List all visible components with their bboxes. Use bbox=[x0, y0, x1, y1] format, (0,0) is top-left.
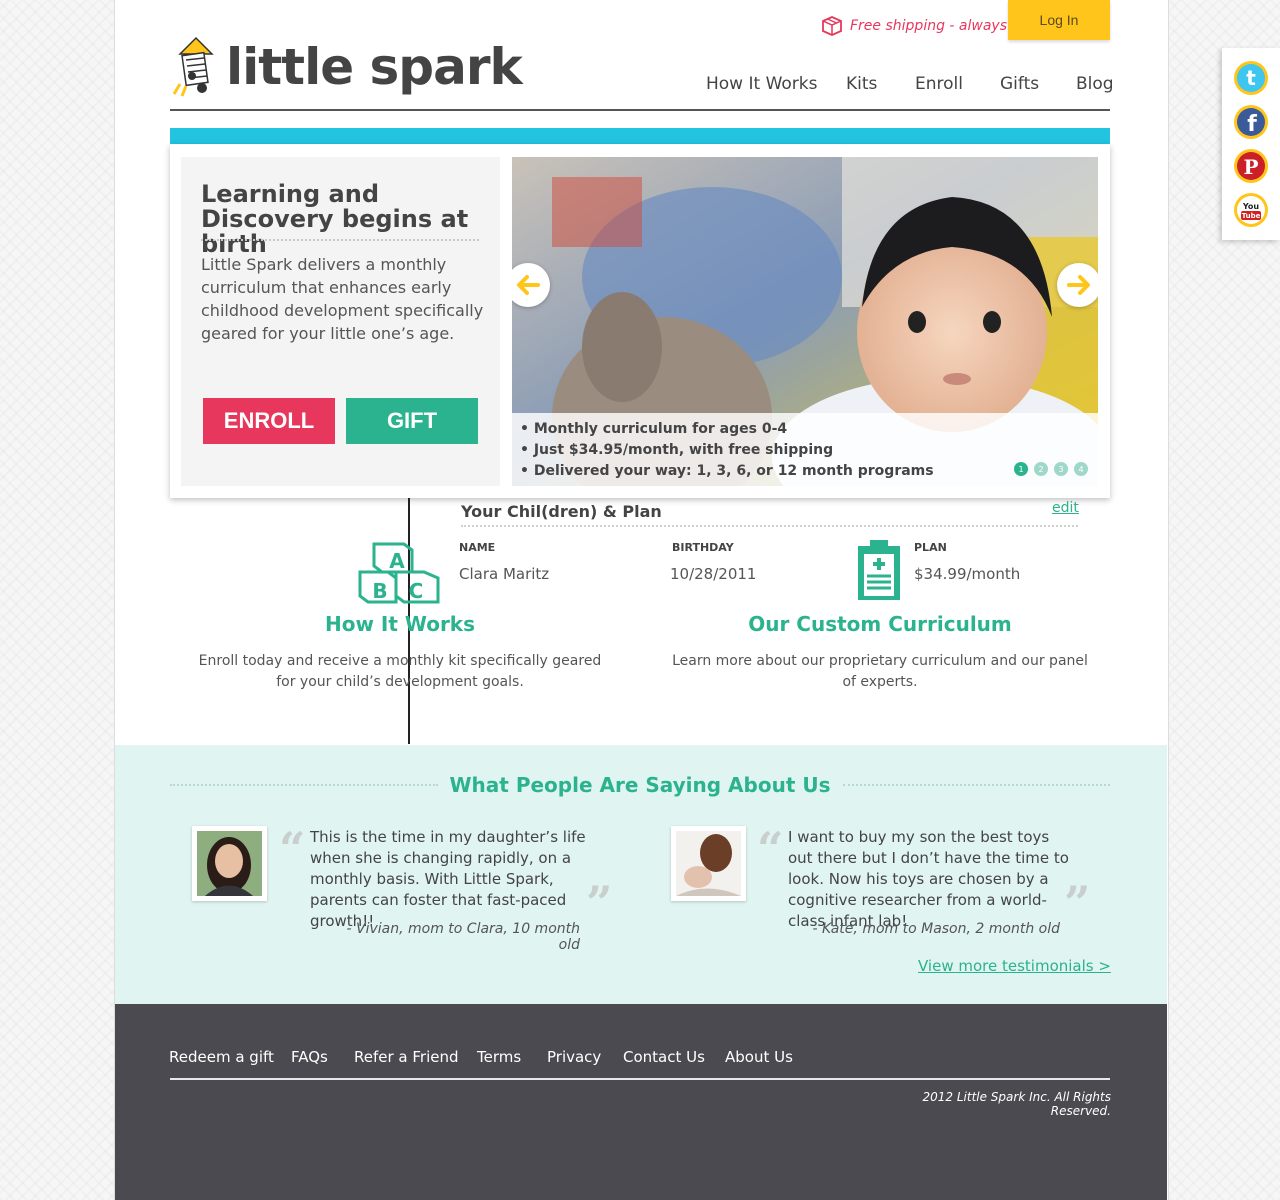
slide-dot-3[interactable]: 3 bbox=[1054, 462, 1068, 476]
hero-title-divider bbox=[201, 239, 479, 241]
facebook-icon[interactable]: f bbox=[1233, 104, 1269, 140]
svg-text:B: B bbox=[372, 579, 387, 603]
testimonial-text: This is the time in my daughter’s life w… bbox=[310, 828, 586, 930]
plan-edit-link[interactable]: edit bbox=[1052, 500, 1079, 516]
twitter-icon[interactable]: t bbox=[1233, 60, 1269, 96]
caption-line: • Just $34.95/month, with free shipping bbox=[520, 442, 834, 458]
footer-link-privacy[interactable]: Privacy bbox=[547, 1048, 601, 1066]
svg-text:P: P bbox=[1243, 155, 1258, 179]
nav-blog[interactable]: Blog bbox=[1076, 74, 1114, 94]
footer-link-terms[interactable]: Terms bbox=[477, 1048, 521, 1066]
quote-close-icon: ” bbox=[1064, 876, 1091, 930]
testimonial-avatar bbox=[192, 826, 267, 901]
clipboard-icon bbox=[858, 540, 900, 600]
footer-link-contact[interactable]: Contact Us bbox=[623, 1048, 705, 1066]
slide-dot-2[interactable]: 2 bbox=[1034, 462, 1048, 476]
plan-name-header: NAME bbox=[459, 541, 496, 554]
header-dotted-line bbox=[842, 784, 1110, 786]
svg-text:C: C bbox=[409, 579, 424, 603]
header-dotted-line bbox=[170, 784, 438, 786]
copyright: 2012 Little Spark Inc. All Rights Reserv… bbox=[922, 1090, 1111, 1118]
free-shipping-banner: Free shipping - always! bbox=[820, 13, 1013, 39]
plan-divider bbox=[461, 525, 1078, 527]
footer-link-about[interactable]: About Us bbox=[725, 1048, 793, 1066]
svg-text:A: A bbox=[389, 549, 405, 573]
enroll-button[interactable]: ENROLL bbox=[203, 398, 335, 444]
testimonial-author: - Vivian, mom to Clara, 10 month old bbox=[346, 921, 580, 953]
testimonial-avatar bbox=[671, 826, 746, 901]
arrow-right-icon bbox=[1067, 275, 1090, 295]
slide-next-button[interactable] bbox=[1057, 263, 1098, 307]
testimonials-header: What People Are Saying About Us bbox=[170, 770, 1110, 800]
youtube-icon[interactable]: You Tube bbox=[1233, 192, 1269, 228]
mother-baby-photo bbox=[676, 831, 741, 896]
quote-close-icon: ” bbox=[586, 876, 613, 930]
pinterest-icon[interactable]: P bbox=[1233, 148, 1269, 184]
plan-birthday-header: BIRTHDAY bbox=[672, 541, 734, 554]
footer-link-redeem[interactable]: Redeem a gift bbox=[169, 1048, 274, 1066]
how-it-works-desc: Enroll today and receive a monthly kit s… bbox=[198, 653, 602, 690]
abc-blocks-icon: A B C bbox=[358, 542, 440, 604]
caption-line: • Monthly curriculum for ages 0-4 bbox=[520, 421, 788, 437]
woman-photo bbox=[197, 831, 262, 896]
child-name: Clara Maritz bbox=[459, 565, 550, 583]
view-more-testimonials-link[interactable]: View more testimonials > bbox=[918, 957, 1111, 975]
nav-how-it-works[interactable]: How It Works bbox=[706, 74, 817, 94]
svg-text:Tube: Tube bbox=[1242, 212, 1261, 220]
curriculum-desc: Learn more about our proprietary curricu… bbox=[672, 653, 1088, 690]
hero-accent-bar bbox=[170, 128, 1110, 144]
gift-button[interactable]: GIFT bbox=[346, 398, 478, 444]
box-icon bbox=[822, 16, 842, 36]
hero-slideshow: • Monthly curriculum for ages 0-4 • Just… bbox=[512, 157, 1098, 486]
quote-open-icon: “ bbox=[757, 822, 784, 876]
testimonials-heading: What People Are Saying About Us bbox=[449, 773, 831, 797]
footer-link-refer[interactable]: Refer a Friend bbox=[354, 1048, 459, 1066]
arrow-left-icon bbox=[517, 275, 540, 295]
social-sidebar: t f P You Tube bbox=[1222, 48, 1280, 240]
curriculum-title[interactable]: Our Custom Curriculum bbox=[720, 612, 1040, 636]
svg-text:You: You bbox=[1242, 202, 1260, 211]
testimonial-text: I want to buy my son the best toys out t… bbox=[788, 828, 1069, 930]
svg-text:t: t bbox=[1246, 66, 1256, 90]
testimonial-author: - Kate, mom to Mason, 2 month old bbox=[812, 921, 1060, 937]
main-nav: How It Works Kits Enroll Gifts Blog bbox=[0, 74, 1280, 96]
plan-plan-header: PLAN bbox=[914, 541, 947, 554]
nav-enroll[interactable]: Enroll bbox=[915, 74, 963, 94]
child-birthday: 10/28/2011 bbox=[670, 565, 757, 583]
nav-kits[interactable]: Kits bbox=[846, 74, 877, 94]
svg-text:f: f bbox=[1247, 112, 1257, 137]
plan-title: Your Chil(dren) & Plan bbox=[461, 502, 662, 521]
caption-line: • Delivered your way: 1, 3, 6, or 12 mon… bbox=[520, 463, 934, 479]
slide-dot-4[interactable]: 4 bbox=[1074, 462, 1088, 476]
plan-price: $34.99/month bbox=[914, 565, 1021, 583]
header-divider bbox=[170, 109, 1110, 111]
slide-caption: • Monthly curriculum for ages 0-4 • Just… bbox=[512, 413, 1098, 486]
hero-description: Little Spark delivers a monthly curricul… bbox=[201, 255, 484, 343]
hero-title: Learning and Discovery begins at birth bbox=[201, 180, 469, 258]
slide-dot-1[interactable]: 1 bbox=[1014, 462, 1028, 476]
how-it-works-title[interactable]: How It Works bbox=[300, 612, 500, 636]
footer-link-faqs[interactable]: FAQs bbox=[291, 1048, 328, 1066]
nav-gifts[interactable]: Gifts bbox=[1000, 74, 1039, 94]
quote-open-icon: “ bbox=[279, 822, 306, 876]
footer-divider bbox=[170, 1078, 1110, 1080]
free-shipping-text: Free shipping - always! bbox=[850, 18, 1013, 34]
login-button[interactable]: Log In bbox=[1008, 0, 1110, 40]
